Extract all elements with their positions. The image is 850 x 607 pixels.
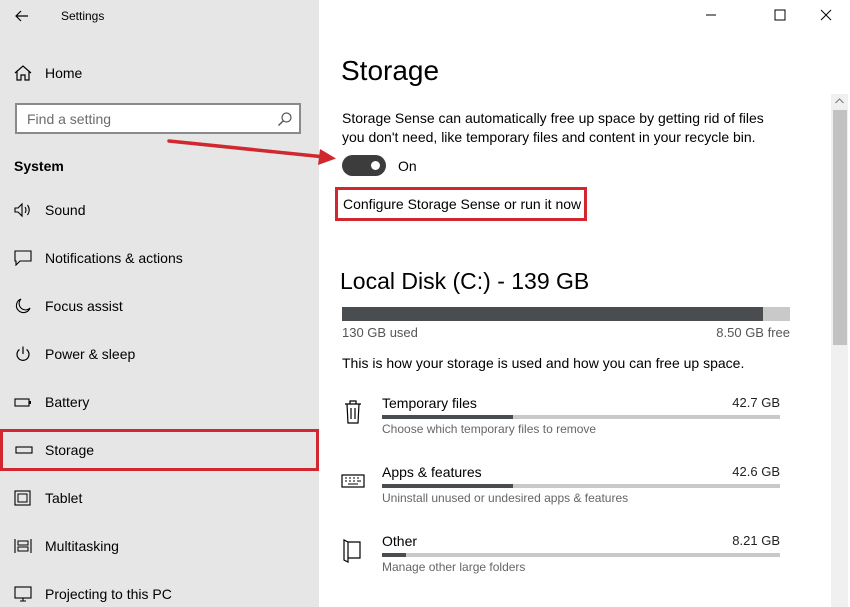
- storage-icon: [15, 446, 33, 454]
- sidebar-item-label: Projecting to this PC: [45, 586, 172, 602]
- sidebar-item-power-sleep[interactable]: Power & sleep: [0, 333, 319, 375]
- category-subtitle: Manage other large folders: [382, 560, 526, 574]
- minimize-button[interactable]: [688, 0, 734, 30]
- sidebar-item-label: Focus assist: [45, 298, 123, 314]
- sidebar-item-label: Storage: [45, 442, 95, 458]
- category-size: 42.7 GB: [732, 395, 780, 410]
- notification-icon: [14, 250, 32, 266]
- category-bar: [382, 415, 780, 419]
- category-subtitle: Choose which temporary files to remove: [382, 422, 597, 436]
- usage-note: This is how your storage is used and how…: [342, 355, 745, 371]
- folder-icon: [343, 539, 361, 563]
- toggle-knob: [371, 161, 380, 170]
- category-name: Apps & features: [382, 464, 482, 480]
- sidebar: Settings Home System Sound Notifications…: [0, 0, 319, 607]
- search-icon[interactable]: [277, 111, 293, 127]
- sidebar-item-multitasking[interactable]: Multitasking: [0, 525, 319, 567]
- sidebar-item-label: Sound: [45, 202, 86, 218]
- scrollbar-thumb[interactable]: [833, 110, 847, 345]
- category-bar-fill: [382, 415, 514, 419]
- sidebar-item-sound[interactable]: Sound: [0, 189, 319, 231]
- sidebar-item-label: Notifications & actions: [45, 250, 183, 266]
- category-apps-features[interactable]: Apps & features 42.6 GB Uninstall unused…: [340, 464, 780, 520]
- disk-free-label: 8.50 GB free: [716, 325, 790, 340]
- minimize-icon: [706, 14, 716, 16]
- main-content: Storage Storage Sense can automatically …: [319, 0, 850, 607]
- category-size: 42.6 GB: [732, 464, 780, 479]
- sidebar-item-tablet[interactable]: Tablet: [0, 477, 319, 519]
- sidebar-item-label: Home: [45, 65, 83, 81]
- sidebar-item-focus-assist[interactable]: Focus assist: [0, 285, 319, 327]
- moon-icon: [15, 298, 31, 314]
- sidebar-item-label: Battery: [45, 394, 90, 410]
- power-icon: [16, 346, 30, 361]
- battery-icon: [14, 398, 31, 407]
- sidebar-item-notifications[interactable]: Notifications & actions: [0, 237, 319, 279]
- page-title: Storage: [341, 55, 440, 86]
- category-bar-fill: [382, 553, 406, 557]
- close-button[interactable]: [803, 0, 849, 30]
- sidebar-item-battery[interactable]: Battery: [0, 381, 319, 423]
- disk-used-label: 130 GB used: [342, 325, 418, 340]
- sidebar-item-label: Power & sleep: [45, 346, 136, 362]
- projecting-icon: [14, 586, 32, 602]
- close-icon: [820, 9, 832, 21]
- configure-storage-sense-link[interactable]: Configure Storage Sense or run it now: [335, 187, 587, 221]
- category-bar: [382, 553, 780, 557]
- category-subtitle: Uninstall unused or undesired apps & fea…: [382, 491, 629, 505]
- category-name: Temporary files: [382, 395, 477, 411]
- category-other[interactable]: Other 8.21 GB Manage other large folders: [340, 533, 780, 589]
- maximize-icon: [774, 9, 786, 21]
- home-icon: [14, 65, 32, 81]
- section-label: System: [14, 158, 64, 174]
- sidebar-item-home[interactable]: Home: [0, 56, 319, 90]
- maximize-button[interactable]: [757, 0, 803, 30]
- search-input[interactable]: [17, 105, 267, 132]
- disk-title: Local Disk (C:) - 139 GB: [340, 268, 590, 294]
- multitasking-icon: [14, 539, 32, 553]
- category-name: Other: [382, 533, 418, 549]
- app-title: Settings: [61, 9, 105, 23]
- category-temporary-files[interactable]: Temporary files 42.7 GB Choose which tem…: [340, 395, 780, 451]
- category-size: 8.21 GB: [732, 533, 780, 548]
- category-bar: [382, 484, 780, 488]
- speaker-icon: [14, 202, 30, 218]
- back-button[interactable]: [8, 4, 36, 28]
- toggle-label: On: [398, 158, 417, 174]
- annotation-arrow-icon: [167, 139, 336, 165]
- keyboard-icon: [341, 474, 365, 488]
- sidebar-item-storage[interactable]: Storage: [0, 429, 319, 471]
- disk-usage-fill: [342, 307, 764, 321]
- storage-sense-description: Storage Sense can automatically free up …: [342, 110, 764, 145]
- scroll-up-arrow-icon[interactable]: [835, 98, 844, 104]
- disk-usage-bar: [342, 307, 790, 321]
- category-bar-fill: [382, 484, 514, 488]
- back-arrow-icon: [15, 10, 28, 22]
- trash-icon: [345, 400, 361, 424]
- sidebar-item-projecting[interactable]: Projecting to this PC: [0, 573, 319, 607]
- tablet-icon: [14, 490, 31, 506]
- sidebar-item-label: Multitasking: [45, 538, 119, 554]
- sidebar-item-label: Tablet: [45, 490, 83, 506]
